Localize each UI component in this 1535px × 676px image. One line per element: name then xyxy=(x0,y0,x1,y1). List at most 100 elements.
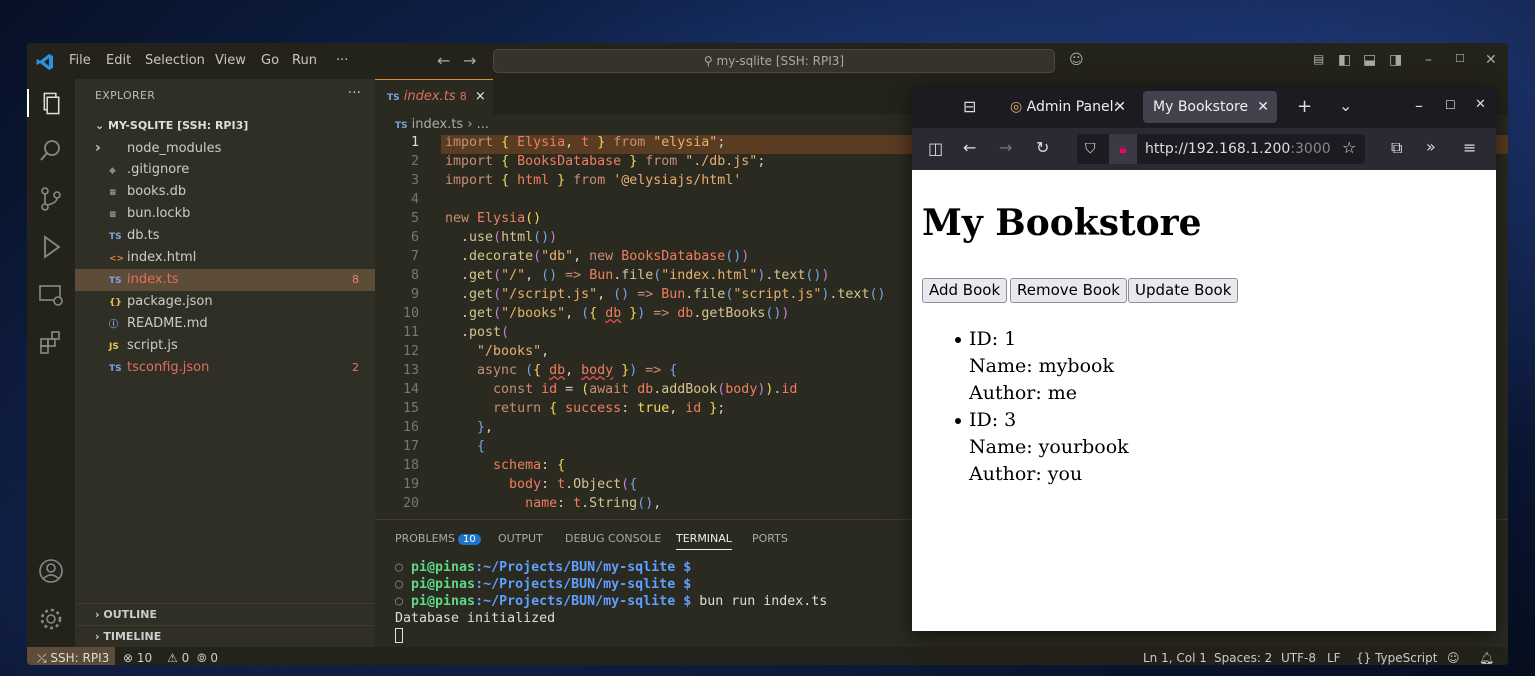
add-book-button[interactable]: Add Book xyxy=(922,278,1008,303)
file-item[interactable]: › node_modules xyxy=(75,137,375,159)
forward-arrow-icon[interactable]: → xyxy=(463,51,476,70)
accounts-icon[interactable] xyxy=(37,557,65,585)
forward-icon[interactable]: → xyxy=(999,138,1012,157)
menu-view[interactable]: View xyxy=(215,53,246,68)
hamburger-menu-icon[interactable]: ≡ xyxy=(1463,138,1476,157)
tab-close-icon[interactable]: × xyxy=(475,89,486,104)
extensions-icon[interactable]: ⧉ xyxy=(1391,138,1402,158)
command-center-search[interactable]: ⚲ my-sqlite [SSH: RPI3] xyxy=(493,49,1055,73)
menu-go[interactable]: Go xyxy=(261,53,279,68)
more-actions-icon[interactable]: ··· xyxy=(348,85,361,101)
lock-icon[interactable]: 🔒︎ xyxy=(1109,134,1137,164)
language-mode[interactable]: {} TypeScript xyxy=(1356,647,1437,665)
bookmark-star-icon[interactable]: ☆ xyxy=(1342,138,1356,157)
shield-icon[interactable]: ⛉ xyxy=(1085,134,1096,164)
menu-edit[interactable]: Edit xyxy=(106,53,131,68)
tab-ports[interactable]: PORTS xyxy=(752,532,788,545)
vscode-logo-icon xyxy=(36,54,53,70)
terminal-line: ○ pi@pinas:~/Projects/BUN/my-sqlite $ xyxy=(395,577,691,592)
maximize-icon[interactable]: ☐ xyxy=(1445,98,1456,112)
remove-book-button[interactable]: Remove Book xyxy=(1010,278,1127,303)
file-item[interactable]: TS tsconfig.json 2 xyxy=(75,357,375,379)
menu-file[interactable]: File xyxy=(69,53,91,68)
tab-close-icon[interactable]: ✕ xyxy=(1114,91,1126,123)
layout-icon[interactable]: ▤ xyxy=(1313,52,1324,66)
file-item[interactable]: TS db.ts xyxy=(75,225,375,247)
new-tab-icon[interactable]: + xyxy=(1297,96,1312,117)
file-item[interactable]: ≡ books.db xyxy=(75,181,375,203)
run-debug-icon[interactable] xyxy=(37,233,65,261)
file-item[interactable]: ⓘ README.md xyxy=(75,313,375,335)
indentation[interactable]: Spaces: 2 xyxy=(1214,647,1272,665)
close-icon[interactable]: ✕ xyxy=(1485,52,1497,68)
warning-count[interactable]: ⚠ 0 xyxy=(167,647,189,665)
back-arrow-icon[interactable]: ← xyxy=(437,51,450,70)
tab-index-ts[interactable]: TS index.ts 8 × xyxy=(375,79,493,114)
tab-debug-console[interactable]: DEBUG CONSOLE xyxy=(565,532,661,545)
terminal-prompt-path: :~/Projects/BUN/my-sqlite $ xyxy=(475,577,692,592)
tab-problem-count: 8 xyxy=(459,90,467,103)
code-line: .get("/books", ({ db }) => db.getBooks()… xyxy=(445,306,790,321)
tab-problems[interactable]: PROBLEMS 10 xyxy=(395,532,481,545)
copilot-icon[interactable]: ☺ xyxy=(1069,52,1084,68)
tab-my-bookstore[interactable]: My Bookstore ✕ xyxy=(1143,91,1277,123)
file-item[interactable]: JS script.js xyxy=(75,335,375,357)
toggle-panel-icon[interactable]: ⬓ xyxy=(1363,52,1376,68)
list-tabs-icon[interactable]: ⌄ xyxy=(1339,96,1352,115)
project-folder[interactable]: ⌄ MY-SQLITE [SSH: RPI3] xyxy=(75,115,375,137)
toggle-secondary-sidebar-icon[interactable]: ◨ xyxy=(1389,52,1402,68)
more-tools-icon[interactable]: » xyxy=(1426,137,1436,156)
file-icon: ⓘ xyxy=(109,320,119,330)
line-number: 5 xyxy=(410,211,419,226)
code-line: name: t.String(), xyxy=(525,496,662,511)
settings-gear-icon[interactable] xyxy=(37,605,65,633)
toggle-sidebar-icon[interactable]: ◧ xyxy=(1338,52,1351,68)
cursor-position[interactable]: Ln 1, Col 1 xyxy=(1143,647,1207,665)
file-item[interactable]: ◆ .gitignore xyxy=(75,159,375,181)
minimize-icon[interactable]: – xyxy=(1415,96,1423,115)
outline-section[interactable]: › OUTLINE xyxy=(75,603,375,625)
copilot-status-icon[interactable]: ☺ xyxy=(1447,647,1460,665)
update-book-button[interactable]: Update Book xyxy=(1128,278,1239,303)
maximize-icon[interactable]: ☐ xyxy=(1455,52,1465,65)
extensions-icon[interactable] xyxy=(37,329,65,357)
tab-output[interactable]: OUTPUT xyxy=(498,532,543,545)
menu-more[interactable]: ··· xyxy=(336,53,348,68)
ports-count[interactable]: ⦾ 0 xyxy=(197,647,218,665)
file-item[interactable]: {} package.json xyxy=(75,291,375,313)
back-icon[interactable]: ← xyxy=(963,138,976,157)
file-item[interactable]: TS index.ts 8 xyxy=(75,269,375,291)
menu-run[interactable]: Run xyxy=(292,53,317,68)
breadcrumb[interactable]: TS index.ts › ... xyxy=(395,117,489,132)
terminal-cursor[interactable] xyxy=(395,628,403,644)
line-number: 7 xyxy=(410,249,419,264)
minimize-icon[interactable]: – xyxy=(1425,52,1432,68)
code-line: const id = (await db.addBook(body)).id xyxy=(493,382,798,397)
url-bar[interactable]: ⛉ 🔒︎ http://192.168.1.200:3000 xyxy=(1077,134,1365,164)
code-line: return { success: true, id }; xyxy=(493,401,726,416)
line-ending[interactable]: LF xyxy=(1327,647,1341,665)
source-control-icon[interactable] xyxy=(37,185,65,213)
tab-manager-icon[interactable]: ⊟ xyxy=(963,97,976,116)
reload-icon[interactable]: ↻ xyxy=(1036,138,1049,157)
explorer-icon[interactable] xyxy=(27,89,75,117)
remote-explorer-icon[interactable] xyxy=(37,281,65,309)
sidebar-icon[interactable]: ◫ xyxy=(928,139,943,158)
remote-indicator[interactable]: ⤯ SSH: RPI3 xyxy=(27,647,115,665)
line-number: 12 xyxy=(402,344,419,359)
bell-icon[interactable]: 🔔︎ xyxy=(1479,647,1494,665)
tab-close-icon[interactable]: ✕ xyxy=(1257,91,1269,123)
search-sidebar-icon[interactable] xyxy=(37,137,65,165)
tab-admin-panel[interactable]: ◎ Admin Panel: ✕ xyxy=(1000,91,1130,123)
menu-selection[interactable]: Selection xyxy=(145,53,205,68)
encoding[interactable]: UTF-8 xyxy=(1281,647,1316,665)
timeline-section[interactable]: › TIMELINE xyxy=(75,625,375,647)
file-item[interactable]: <> index.html xyxy=(75,247,375,269)
file-name: index.ts xyxy=(127,272,179,287)
tab-terminal[interactable]: TERMINAL xyxy=(676,532,732,550)
error-count[interactable]: ⊗ 10 xyxy=(123,647,152,665)
activity-bar xyxy=(27,79,75,647)
file-item[interactable]: ≡ bun.lockb xyxy=(75,203,375,225)
line-number: 8 xyxy=(410,268,419,283)
close-icon[interactable]: ✕ xyxy=(1475,97,1486,112)
